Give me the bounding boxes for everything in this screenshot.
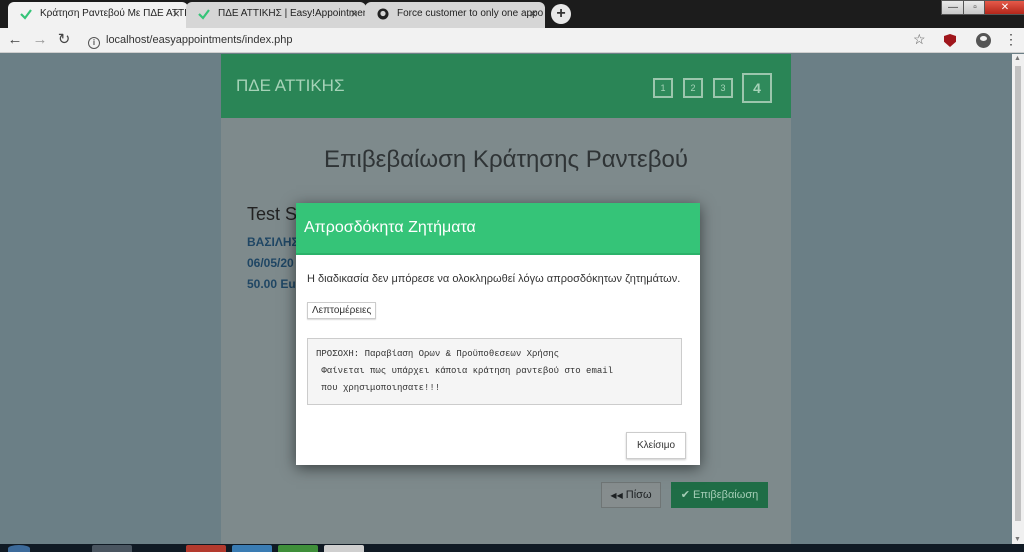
error-dialog: Απροσδόκητα Ζητήματα Η διαδικασία δεν μπ… [296, 203, 700, 465]
check-logo-icon [198, 9, 210, 20]
reload-icon[interactable]: ↻ [55, 31, 73, 49]
url-text: localhost/easyappointments/index.php [106, 34, 293, 46]
check-icon: ✔ [680, 489, 690, 501]
details-button[interactable]: Λεπτομέρειες [307, 302, 377, 319]
tab-strip: Κράτηση Ραντεβού Με ΠΔΕ ΑΤΤΙ × ΠΔΕ ΑΤΤΙΚ… [0, 0, 1024, 28]
close-icon[interactable]: × [172, 2, 180, 26]
provider-name: ΒΑΣΙΛΗΣ [247, 235, 299, 249]
taskbar-app[interactable] [232, 545, 272, 552]
bookmark-star-icon[interactable]: ☆ [913, 31, 926, 48]
step-1: 1 [653, 78, 673, 98]
close-icon[interactable]: × [350, 2, 358, 26]
service-price: 50.00 Eu [247, 277, 296, 291]
info-icon[interactable]: i [88, 37, 100, 49]
back-button[interactable]: ◀◀ Πίσω [601, 482, 661, 508]
tab-title: Κράτηση Ραντεβού Με ΠΔΕ ΑΤΤΙ [40, 8, 187, 19]
taskbar-app[interactable] [278, 545, 318, 552]
forward-arrow-icon[interactable]: → [31, 31, 49, 49]
taskbar-app[interactable] [186, 545, 226, 552]
service-name: Test S [247, 204, 298, 224]
wizard-header: ΠΔΕ ΑΤΤΙΚΗΣ 1 2 3 4 [221, 54, 791, 118]
appointment-date: 06/05/20 [247, 256, 294, 270]
back-arrow-icon[interactable]: ← [6, 31, 24, 49]
address-bar[interactable]: i localhost/easyappointments/index.php [82, 30, 932, 51]
taskbar-app[interactable] [324, 545, 364, 552]
dialog-title: Απροσδόκητα Ζητήματα [304, 219, 476, 236]
step-3: 3 [713, 78, 733, 98]
minimize-button[interactable]: — [941, 0, 965, 15]
tab-title: Force customer to only one appo [397, 8, 544, 19]
ublock-extension-icon[interactable] [944, 34, 956, 47]
new-tab-button[interactable]: + [551, 4, 571, 24]
page-title: Επιβεβαίωση Κράτησης Ραντεβού [323, 146, 689, 173]
back-label: Πίσω [625, 489, 652, 501]
error-details-box: ΠΡΟΣΟΧΗ: Παραβίαση Ορων & Προϋποθεσεων Χ… [307, 338, 682, 405]
dialog-message: Η διαδικασία δεν μπόρεσε να ολοκληρωθεί … [307, 273, 681, 285]
os-taskbar [0, 544, 1024, 552]
start-button[interactable] [8, 545, 30, 552]
tab-github-issue[interactable]: Force customer to only one appo × [365, 2, 545, 28]
confirm-button[interactable]: ✔ Επιβεβαίωση [671, 482, 768, 508]
window-close-button[interactable]: ✕ [984, 0, 1024, 15]
menu-kebab-icon[interactable]: ⋮ [1004, 32, 1018, 46]
double-chevron-left-icon: ◀◀ [610, 491, 623, 500]
dialog-header: Απροσδόκητα Ζητήματα [296, 203, 700, 255]
taskbar-app[interactable] [92, 545, 132, 552]
dialog-close-button[interactable]: Κλείσιμο [626, 432, 686, 459]
close-icon[interactable]: × [529, 2, 537, 26]
organization-title: ΠΔΕ ΑΤΤΙΚΗΣ [236, 76, 345, 95]
step-4-active: 4 [742, 73, 772, 103]
scroll-down-icon[interactable]: ▼ [1014, 536, 1021, 543]
step-2: 2 [683, 78, 703, 98]
account-icon[interactable] [976, 33, 991, 48]
tab-title: ΠΔΕ ΑΤΤΙΚΗΣ | Easy!Appointmen [218, 8, 366, 19]
tab-booking[interactable]: Κράτηση Ραντεβού Με ΠΔΕ ΑΤΤΙ × [8, 2, 188, 28]
scrollbar-thumb[interactable] [1015, 66, 1021, 521]
confirm-label: Επιβεβαίωση [693, 489, 759, 501]
check-logo-icon [20, 9, 32, 20]
github-icon [377, 8, 389, 20]
browser-toolbar: ← → ↻ i localhost/easyappointments/index.… [0, 28, 1024, 53]
scroll-up-icon[interactable]: ▲ [1014, 55, 1021, 62]
error-details-line: Φαίνεται πως υπάρχει κάποια κράτηση ραντ… [316, 366, 614, 376]
tab-easyappointments[interactable]: ΠΔΕ ΑΤΤΙΚΗΣ | Easy!Appointmen × [186, 2, 366, 28]
vertical-scrollbar[interactable]: ▲ ▼ [1012, 54, 1024, 544]
error-details-line: ΠΡΟΣΟΧΗ: Παραβίαση Ορων & Προϋποθεσεων Χ… [316, 349, 560, 359]
error-details-line: που χρησιμοποιησατε!!! [316, 383, 441, 393]
